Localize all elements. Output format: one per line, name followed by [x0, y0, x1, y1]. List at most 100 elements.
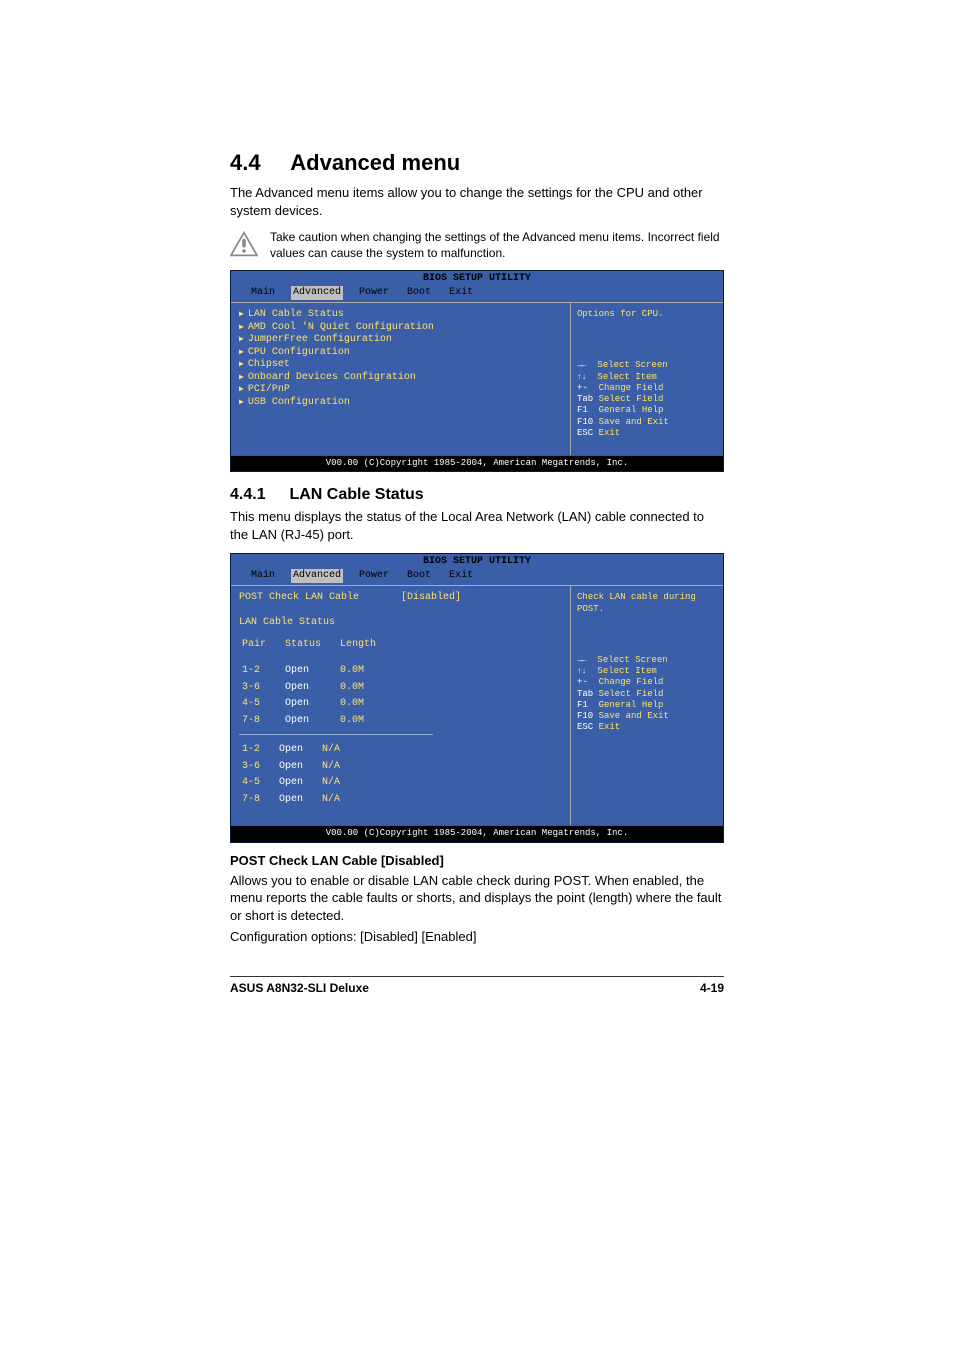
footer-page-number: 4-19 [700, 981, 724, 995]
tab-boot[interactable]: Boot [405, 286, 433, 301]
keyhint: +- [577, 677, 588, 687]
divider [239, 734, 433, 735]
menu-item[interactable]: ▶AMD Cool 'N Quiet Configuration [239, 322, 562, 335]
menu-item-label: Chipset [248, 359, 290, 372]
section-number: 4.4 [230, 150, 285, 176]
lan-status-table-2: 1-2OpenN/A 3-6OpenN/A 4-5OpenN/A 7-8Open… [239, 741, 358, 809]
menu-item-label: LAN Cable Status [248, 309, 344, 322]
bios-panel-advanced: BIOS SETUP UTILITY Main Advanced Power B… [230, 270, 724, 472]
subsection-heading: 4.4.1 LAN Cable Status [230, 486, 724, 504]
table-row: 4-5OpenN/A [241, 776, 356, 791]
menu-item-label: USB Configuration [248, 397, 350, 410]
keyhint-label: Select Field [599, 689, 664, 699]
submenu-arrow-icon: ▶ [239, 385, 244, 395]
bios-titlebar: BIOS SETUP UTILITY [231, 271, 723, 286]
tab-main[interactable]: Main [249, 286, 277, 301]
menu-item[interactable]: ▶Onboard Devices Configration [239, 372, 562, 385]
table-row: 7-8Open0.0M [241, 714, 392, 729]
col-length: Length [339, 638, 392, 653]
menu-item[interactable]: ▶ Chipset [239, 359, 562, 372]
table-title: LAN Cable Status [239, 617, 562, 630]
bios-key-hints: →← Select Screen ↑↓ Select Item +- Chang… [577, 655, 717, 734]
keyhint-label: Select Item [597, 372, 656, 382]
menu-item[interactable]: ▶ LAN Cable Status [239, 309, 562, 322]
menu-item[interactable]: ▶ CPU Configuration [239, 347, 562, 360]
menu-item[interactable]: ▶ PCI/PnP [239, 384, 562, 397]
keyhint-label: Exit [599, 428, 621, 438]
tab-power[interactable]: Power [357, 286, 391, 301]
menu-item-label: CPU Configuration [248, 347, 350, 360]
bios-help-title: Options for CPU. [577, 309, 717, 320]
bios-right-panel: Options for CPU. →← Select Screen ↑↓ Sel… [571, 303, 723, 455]
bios-footer: V00.00 (C)Copyright 1985-2004, American … [231, 455, 723, 471]
section-title: Advanced menu [290, 150, 460, 175]
col-pair: Pair [241, 638, 282, 653]
post-check-row[interactable]: POST Check LAN Cable [Disabled] [239, 592, 562, 605]
keyhint: F10 [577, 417, 593, 427]
subsection-intro: This menu displays the status of the Loc… [230, 508, 724, 543]
submenu-arrow-icon: ▶ [239, 398, 244, 408]
post-check-options: Configuration options: [Disabled] [Enabl… [230, 928, 724, 946]
bios-tabs: Main Advanced Power Boot Exit [231, 286, 723, 303]
post-check-heading: POST Check LAN Cable [Disabled] [230, 853, 724, 868]
submenu-arrow-icon: ▶ [239, 348, 244, 358]
bios-tabs: Main Advanced Power Boot Exit [231, 569, 723, 586]
menu-item-label: Onboard Devices Configration [248, 372, 416, 385]
menu-item-label: JumperFree Configuration [248, 334, 392, 347]
tab-advanced[interactable]: Advanced [291, 286, 343, 301]
footer-product: ASUS A8N32-SLI Deluxe [230, 981, 369, 995]
lan-status-table: Pair Status Length 1-2Open0.0M 3-6Open0.… [239, 636, 394, 731]
keyhint: ↑↓ [577, 373, 587, 382]
bios-left-panel: POST Check LAN Cable [Disabled] LAN Cabl… [231, 586, 571, 825]
table-row: 3-6OpenN/A [241, 760, 356, 775]
keyhint-label: General Help [599, 700, 664, 710]
tab-advanced[interactable]: Advanced [291, 569, 343, 584]
keyhint-label: Select Item [597, 666, 656, 676]
bios-panel-lan-status: BIOS SETUP UTILITY Main Advanced Power B… [230, 553, 724, 842]
keyhint: →← [577, 656, 587, 665]
bios-footer: V00.00 (C)Copyright 1985-2004, American … [231, 825, 723, 841]
post-check-body: Allows you to enable or disable LAN cabl… [230, 872, 724, 925]
keyhint: +- [577, 383, 588, 393]
keyhint-label: Change Field [599, 383, 664, 393]
table-row: 4-5Open0.0M [241, 697, 392, 712]
col-status: Status [284, 638, 337, 653]
keyhint-label: Select Screen [597, 360, 667, 370]
menu-item[interactable]: ▶ USB Configuration [239, 397, 562, 410]
tab-boot[interactable]: Boot [405, 569, 433, 584]
caution-block: Take caution when changing the settings … [230, 229, 724, 262]
submenu-arrow-icon: ▶ [239, 360, 244, 370]
keyhint: →← [577, 361, 587, 370]
keyhint: F10 [577, 711, 593, 721]
section-intro: The Advanced menu items allow you to cha… [230, 184, 724, 219]
table-row: 1-2OpenN/A [241, 743, 356, 758]
table-row: 7-8OpenN/A [241, 793, 356, 808]
section-heading: 4.4 Advanced menu [230, 150, 724, 176]
keyhint: ESC [577, 722, 593, 732]
subsection-title: LAN Cable Status [289, 486, 423, 503]
keyhint: ESC [577, 428, 593, 438]
menu-item-label: PCI/PnP [248, 384, 290, 397]
bios-help-title: Check LAN cable during POST. [577, 592, 717, 615]
keyhint: F1 [577, 700, 588, 710]
warning-icon [230, 231, 258, 262]
submenu-arrow-icon: ▶ [239, 310, 244, 320]
keyhint-label: General Help [599, 405, 664, 415]
tab-power[interactable]: Power [357, 569, 391, 584]
keyhint: ↑↓ [577, 667, 587, 676]
tab-exit[interactable]: Exit [447, 569, 475, 584]
tab-main[interactable]: Main [249, 569, 277, 584]
document-page: 4.4 Advanced menu The Advanced menu item… [0, 0, 954, 1035]
bios-titlebar: BIOS SETUP UTILITY [231, 554, 723, 569]
menu-item[interactable]: ▶ JumperFree Configuration [239, 334, 562, 347]
keyhint-label: Select Screen [597, 655, 667, 665]
bios-left-panel: ▶ LAN Cable Status ▶AMD Cool 'N Quiet Con… [231, 303, 571, 455]
field-label: POST Check LAN Cable [239, 592, 359, 603]
submenu-arrow-icon: ▶ [239, 335, 244, 345]
tab-exit[interactable]: Exit [447, 286, 475, 301]
table-row: 3-6Open0.0M [241, 681, 392, 696]
table-row: 1-2Open0.0M [241, 664, 392, 679]
caution-text: Take caution when changing the settings … [270, 229, 724, 261]
keyhint-label: Select Field [599, 394, 664, 404]
keyhint: Tab [577, 394, 593, 404]
